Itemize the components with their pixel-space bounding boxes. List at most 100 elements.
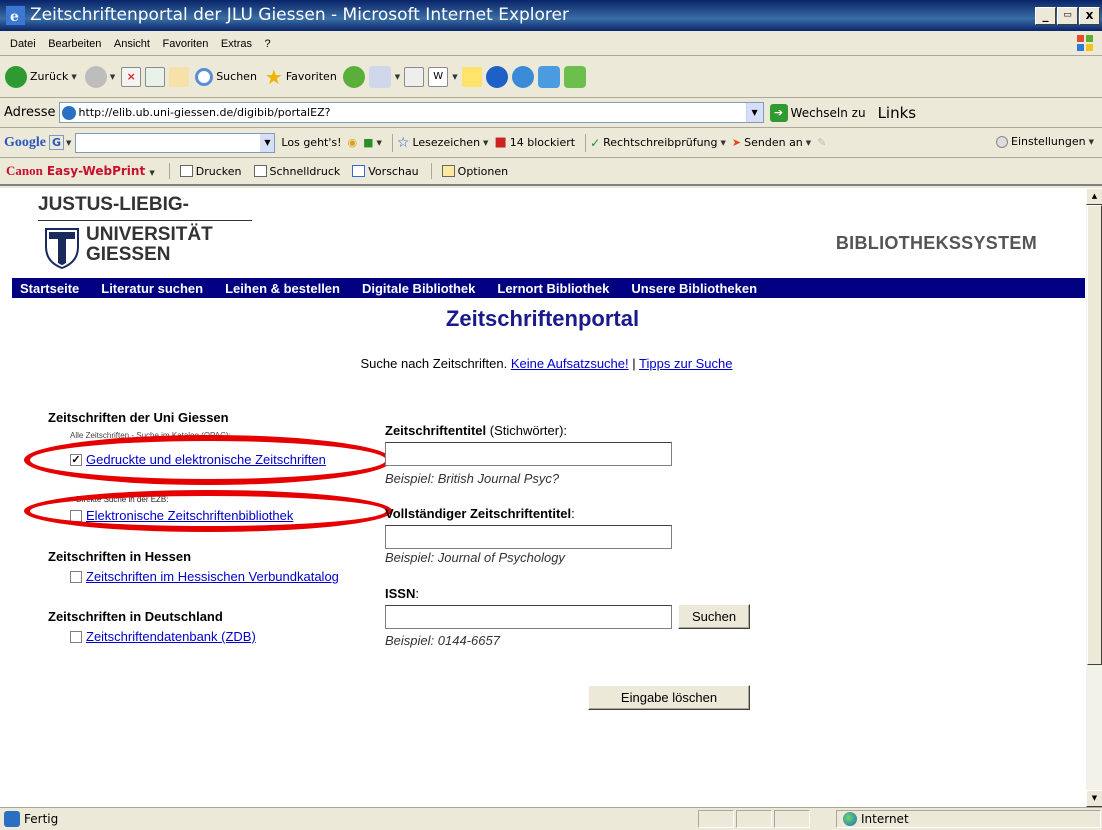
quickprint-button[interactable]: Schnelldruck xyxy=(253,165,340,178)
links-button[interactable]: Links xyxy=(878,104,917,122)
address-bar: Adresse http://elib.ub.uni-giessen.de/di… xyxy=(0,98,1102,128)
university-logo[interactable]: JUSTUS-LIEBIG- UNIVERSITÄT GIESSEN xyxy=(38,194,252,269)
status-cell xyxy=(774,810,810,828)
menu-help[interactable]: ? xyxy=(265,38,271,50)
chevron-down-icon[interactable]: ▼ xyxy=(260,133,275,152)
standard-toolbar: Zurück ▼ ▼ × Suchen ★ Favoriten ▼ W ▼ xyxy=(0,56,1102,98)
chevron-down-icon[interactable]: ▼ xyxy=(745,103,763,122)
options-button[interactable]: Optionen xyxy=(441,165,508,178)
nav-leihen-bestellen[interactable]: Leihen & bestellen xyxy=(225,281,340,296)
chevron-down-icon[interactable]: ▼ xyxy=(452,73,457,81)
forward-button[interactable]: ▼ xyxy=(83,62,117,92)
menu-extras[interactable]: Extras xyxy=(221,38,252,50)
chevron-down-icon: ▼ xyxy=(71,72,77,81)
search-button[interactable]: Suchen xyxy=(193,62,259,92)
title-input[interactable] xyxy=(385,442,672,466)
back-button[interactable]: Zurück ▼ xyxy=(3,62,79,92)
go-button[interactable]: ➔ Wechseln zu xyxy=(769,103,866,122)
address-input[interactable]: http://elib.ub.uni-giessen.de/digibib/po… xyxy=(58,102,764,123)
print-button[interactable]: Drucken xyxy=(179,165,242,178)
send-label: Senden an xyxy=(744,136,803,149)
spellcheck-button[interactable]: ✓ Rechtschreibprüfung ▼ xyxy=(590,136,726,150)
maximize-button[interactable]: ▭ xyxy=(1057,7,1078,25)
ie-window: e Zeitschriftenportal der JLU Giessen - … xyxy=(0,0,1102,830)
google-logo[interactable]: Google xyxy=(4,135,46,151)
hessen-checkbox[interactable] xyxy=(70,570,82,583)
menu-ansicht[interactable]: Ansicht xyxy=(114,38,150,50)
menu-bearbeiten[interactable]: Bearbeiten xyxy=(48,38,101,50)
menu-favoriten[interactable]: Favoriten xyxy=(162,38,208,50)
search-tips-link[interactable]: Tipps zur Suche xyxy=(639,356,732,371)
stop-icon[interactable]: × xyxy=(121,66,142,87)
search-icon xyxy=(195,67,214,86)
star-icon: ★ xyxy=(264,64,283,89)
separator xyxy=(585,133,587,152)
zdb-checkbox[interactable] xyxy=(70,630,82,643)
popup-blocker-button[interactable]: ■ 14 blockiert xyxy=(494,135,575,150)
intro-text: Suche nach Zeitschriften. xyxy=(360,356,508,371)
chevron-down-icon[interactable]: ▼ xyxy=(395,73,400,81)
hessen-link[interactable]: Zeitschriften im Hessischen Verbundkatal… xyxy=(86,569,339,584)
refresh-icon[interactable] xyxy=(145,66,166,87)
title-label: Zeitschriftentitel (Stichwörter): xyxy=(385,423,567,438)
scrollbar-thumb[interactable] xyxy=(1087,205,1102,665)
nav-startseite[interactable]: Startseite xyxy=(20,281,79,296)
send-button[interactable]: ➤ Senden an ▼ xyxy=(732,136,811,149)
svg-text:e: e xyxy=(10,9,19,25)
go-label: Wechseln zu xyxy=(790,105,866,120)
easy-webprint-button[interactable]: Easy-WebPrint ▼ xyxy=(47,164,155,178)
ie-logo-icon: e xyxy=(6,6,25,25)
google-go-label: Los geht's! xyxy=(281,136,342,149)
logo-rule xyxy=(38,220,252,221)
university-shield-icon xyxy=(45,228,79,269)
bookmarks-button[interactable]: ☆ Lesezeichen ▼ xyxy=(397,135,489,151)
print-icon[interactable] xyxy=(404,66,425,87)
fulltitle-input[interactable] xyxy=(385,525,672,549)
settings-button[interactable]: Einstellungen ▼ xyxy=(996,135,1094,148)
mail-icon[interactable] xyxy=(368,65,391,88)
home-icon[interactable] xyxy=(169,66,190,87)
clear-input-button[interactable]: Eingabe löschen xyxy=(588,685,750,710)
printer-icon xyxy=(179,165,193,177)
google-search-input[interactable]: ▼ xyxy=(75,132,276,153)
nav-unsere-bibliotheken[interactable]: Unsere Bibliotheken xyxy=(631,281,757,296)
scroll-down-icon[interactable]: ▼ xyxy=(1086,790,1102,807)
zdb-option[interactable]: Zeitschriftendatenbank (ZDB) xyxy=(70,629,256,644)
users-icon[interactable] xyxy=(537,65,560,88)
highlight-ellipse xyxy=(24,435,392,485)
nav-digitale-bibliothek[interactable]: Digitale Bibliothek xyxy=(362,281,475,296)
media-icon[interactable] xyxy=(511,65,534,88)
people-icon[interactable] xyxy=(563,65,586,88)
options-icon xyxy=(441,165,455,177)
preview-label: Vorschau xyxy=(368,164,419,178)
address-url[interactable]: http://elib.ub.uni-giessen.de/digibib/po… xyxy=(79,106,746,119)
intro-separator: | xyxy=(632,356,636,371)
search-label: Suchen xyxy=(216,70,257,83)
search-button[interactable]: Suchen xyxy=(678,604,750,629)
scroll-up-icon[interactable]: ▲ xyxy=(1086,188,1102,205)
issn-label-bold: ISSN xyxy=(385,586,416,601)
no-article-search-link[interactable]: Keine Aufsatzsuche! xyxy=(511,356,629,371)
minimize-button[interactable]: _ xyxy=(1035,7,1056,25)
issn-input[interactable] xyxy=(385,605,672,629)
notes-icon[interactable] xyxy=(461,66,482,87)
google-news-icon[interactable]: ◉ xyxy=(348,136,358,149)
messenger-icon[interactable] xyxy=(485,65,508,88)
preview-button[interactable]: Vorschau xyxy=(352,164,419,178)
close-button[interactable]: x xyxy=(1079,7,1100,25)
nav-lernort-bibliothek[interactable]: Lernort Bibliothek xyxy=(497,281,609,296)
menu-datei[interactable]: Datei xyxy=(10,38,36,50)
history-icon[interactable] xyxy=(342,65,365,88)
issn-colon: : xyxy=(415,586,419,601)
zdb-link[interactable]: Zeitschriftendatenbank (ZDB) xyxy=(86,629,256,644)
hessen-option[interactable]: Zeitschriften im Hessischen Verbundkatal… xyxy=(70,569,339,584)
word-icon[interactable]: W xyxy=(428,66,449,87)
pagerank-icon[interactable]: ■ ▼ xyxy=(363,136,382,149)
chevron-down-icon[interactable]: ▼ xyxy=(66,139,71,147)
vertical-scrollbar[interactable]: ▲ ▼ xyxy=(1085,188,1102,807)
google-go-button[interactable]: Los geht's! xyxy=(281,136,341,149)
favorites-button[interactable]: ★ Favoriten xyxy=(263,62,339,92)
intro-line: Suche nach Zeitschriften. Keine Aufsatzs… xyxy=(0,356,1085,371)
google-g-icon[interactable]: G xyxy=(49,135,65,150)
nav-literatur-suchen[interactable]: Literatur suchen xyxy=(101,281,203,296)
